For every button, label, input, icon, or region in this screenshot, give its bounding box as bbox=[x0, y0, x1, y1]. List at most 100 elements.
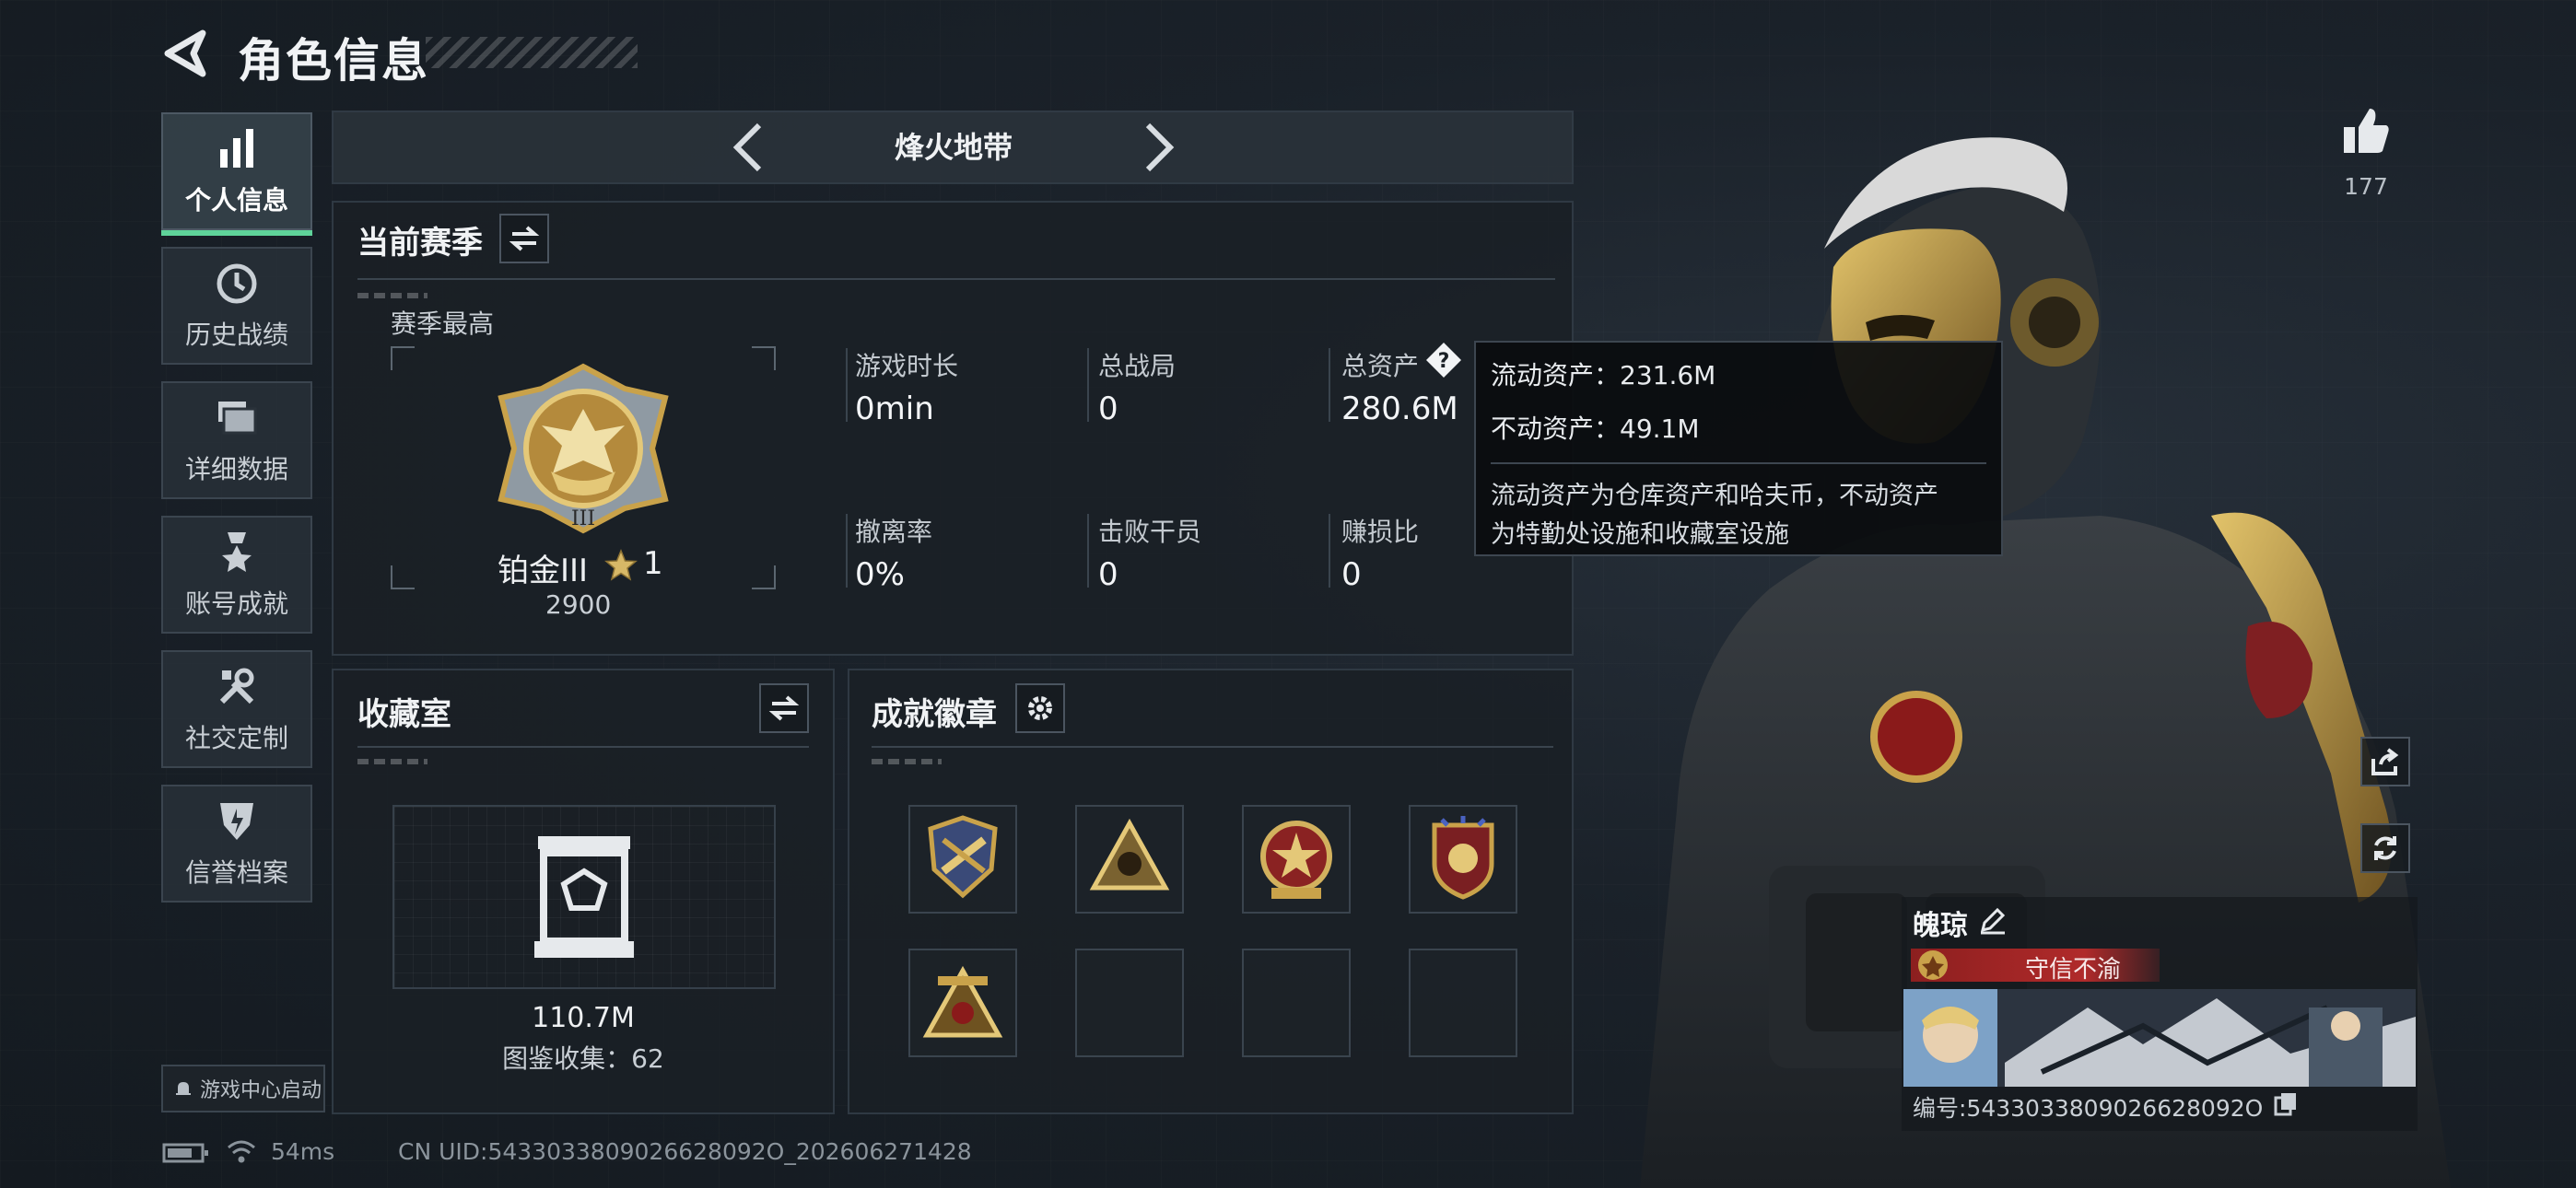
rank-numeral: III bbox=[571, 507, 595, 530]
battery-icon bbox=[162, 1143, 208, 1163]
badge-slot-empty[interactable] bbox=[1075, 949, 1184, 1057]
stat-separator bbox=[1329, 514, 1330, 588]
rank-name: 铂金III bbox=[498, 553, 589, 589]
season-best-label: 赛季最高 bbox=[391, 309, 495, 339]
sidebar-item-label: 详细数据 bbox=[184, 454, 288, 484]
pyramid-skull-badge-icon bbox=[1089, 818, 1170, 891]
share-icon bbox=[2371, 748, 2399, 775]
title-tag-text: 守信不渝 bbox=[2025, 956, 2122, 984]
stat-value-play-time: 0min bbox=[855, 390, 934, 427]
current-season-title: 当前赛季 bbox=[357, 225, 483, 262]
triangle-gear-badge-icon bbox=[922, 965, 1003, 1038]
collection-count: 图鉴收集：62 bbox=[502, 1043, 664, 1074]
player-name: 魄琼 bbox=[1913, 910, 1968, 942]
sidebar-item-label: 社交定制 bbox=[184, 723, 288, 753]
sidebar-item-achievements[interactable]: 账号成就 bbox=[161, 516, 312, 634]
badges-title: 成就徽章 bbox=[872, 696, 997, 733]
copy-icon[interactable] bbox=[2272, 1090, 2300, 1118]
medal-icon bbox=[222, 532, 252, 572]
stat-label-operators-killed: 击败干员 bbox=[1098, 517, 1202, 547]
stat-value-total-assets: 280.6M bbox=[1341, 390, 1458, 427]
sidebar-item-personal-info[interactable]: 个人信息 bbox=[161, 112, 312, 236]
stat-separator bbox=[846, 348, 848, 422]
rank-score: 2900 bbox=[545, 589, 612, 620]
stat-label-profit-loss-ratio: 赚损比 bbox=[1341, 517, 1420, 547]
likes-count: 177 bbox=[2344, 173, 2388, 200]
profile-banner[interactable] bbox=[1903, 989, 2416, 1087]
badge-slot-pyramid[interactable] bbox=[1075, 805, 1184, 914]
stat-label-extract-rate: 撤离率 bbox=[855, 517, 933, 547]
tick-decoration bbox=[872, 759, 942, 764]
share-button[interactable] bbox=[2360, 737, 2410, 786]
title-stripes-decoration bbox=[426, 37, 638, 68]
edit-pencil-icon[interactable] bbox=[1977, 904, 2008, 936]
frame-corner bbox=[752, 346, 776, 370]
sidebar-item-history[interactable]: 历史战绩 bbox=[161, 247, 312, 365]
game-center-launch-button[interactable]: 游戏中心启动 bbox=[161, 1065, 325, 1112]
page-title: 角色信息 bbox=[238, 34, 429, 87]
tick-decoration bbox=[357, 293, 427, 298]
clock-history-icon bbox=[217, 263, 257, 304]
badge-slot-empty[interactable] bbox=[1242, 949, 1351, 1057]
sidebar-item-credit-record[interactable]: 信誉档案 bbox=[161, 785, 312, 903]
stat-label-total-assets: 总资产 bbox=[1341, 351, 1420, 381]
rank-emblem-platinum: III bbox=[498, 363, 669, 534]
sidebar-item-detail-data[interactable]: 详细数据 bbox=[161, 381, 312, 499]
badge-slot-empty[interactable] bbox=[1409, 949, 1517, 1057]
thumbs-up-icon[interactable] bbox=[2338, 103, 2394, 158]
back-arrow-icon[interactable] bbox=[158, 26, 214, 81]
frame-corner bbox=[391, 565, 415, 589]
tooltip-description-line1: 流动资产为仓库资产和哈夫币，不动资产 bbox=[1491, 482, 1938, 510]
season-mode-name: 烽火地带 bbox=[894, 130, 1013, 165]
stat-value-operators-killed: 0 bbox=[1098, 556, 1118, 593]
collection-switch-button[interactable] bbox=[759, 683, 809, 733]
display-case-icon bbox=[534, 836, 634, 958]
stat-separator bbox=[846, 514, 848, 588]
total-assets-tooltip: 流动资产：231.6M 不动资产：49.1M 流动资产为仓库资产和哈夫币，不动资… bbox=[1474, 341, 2003, 556]
refresh-button[interactable] bbox=[2360, 823, 2410, 873]
launch-label: 游戏中心启动 bbox=[200, 1079, 322, 1102]
stat-separator bbox=[1087, 514, 1089, 588]
chevron-right-icon[interactable] bbox=[1135, 120, 1181, 175]
sidebar-item-label: 历史战绩 bbox=[184, 320, 288, 350]
stat-value-extract-rate: 0% bbox=[855, 556, 905, 593]
bar-chart-icon bbox=[220, 129, 253, 168]
tick-decoration bbox=[357, 759, 427, 764]
frame-corner bbox=[391, 346, 415, 370]
stat-label-total-matches: 总战局 bbox=[1098, 351, 1177, 381]
folder-stack-icon bbox=[218, 402, 257, 435]
stat-value-total-matches: 0 bbox=[1098, 390, 1118, 427]
badge-slot-star-medal[interactable] bbox=[1242, 805, 1351, 914]
stat-separator bbox=[1329, 348, 1330, 422]
badge-settings-button[interactable] bbox=[1015, 683, 1065, 733]
panel-divider bbox=[357, 746, 809, 748]
badge-slot-wing-shield[interactable] bbox=[1409, 805, 1517, 914]
panel-divider bbox=[872, 746, 1553, 748]
sidebar-item-label: 账号成就 bbox=[184, 588, 288, 619]
badge-slot-shield-cannon[interactable] bbox=[908, 805, 1017, 914]
star-icon bbox=[604, 549, 638, 581]
tools-icon bbox=[219, 668, 254, 705]
collection-title: 收藏室 bbox=[357, 696, 451, 733]
svg-text:?: ? bbox=[1438, 350, 1450, 373]
title-medal-icon bbox=[1918, 950, 1948, 980]
shield-cannon-badge-icon bbox=[928, 815, 998, 899]
stat-value-profit-loss-ratio: 0 bbox=[1341, 556, 1362, 593]
badge-slot-triangle-gear[interactable] bbox=[908, 949, 1017, 1057]
stat-separator bbox=[1087, 348, 1089, 422]
sidebar-item-label: 个人信息 bbox=[184, 185, 288, 215]
player-id: 编号:5433033809026628092O bbox=[1913, 1095, 2264, 1122]
season-switch-button[interactable] bbox=[499, 214, 549, 263]
shield-badge-icon bbox=[220, 803, 253, 840]
sidebar-item-social-custom[interactable]: 社交定制 bbox=[161, 650, 312, 768]
chevron-left-icon[interactable] bbox=[726, 120, 772, 175]
help-question-icon[interactable]: ? bbox=[1424, 341, 1463, 379]
frame-corner bbox=[752, 565, 776, 589]
tooltip-liquid-assets: 流动资产：231.6M bbox=[1491, 360, 1716, 390]
rank-stars-count: 1 bbox=[643, 545, 663, 582]
tooltip-divider bbox=[1491, 462, 1986, 464]
tooltip-fixed-assets: 不动资产：49.1M bbox=[1491, 413, 1700, 444]
sidebar-item-label: 信誉档案 bbox=[184, 857, 288, 888]
refresh-icon bbox=[2374, 836, 2396, 860]
panel-divider bbox=[357, 278, 1555, 280]
